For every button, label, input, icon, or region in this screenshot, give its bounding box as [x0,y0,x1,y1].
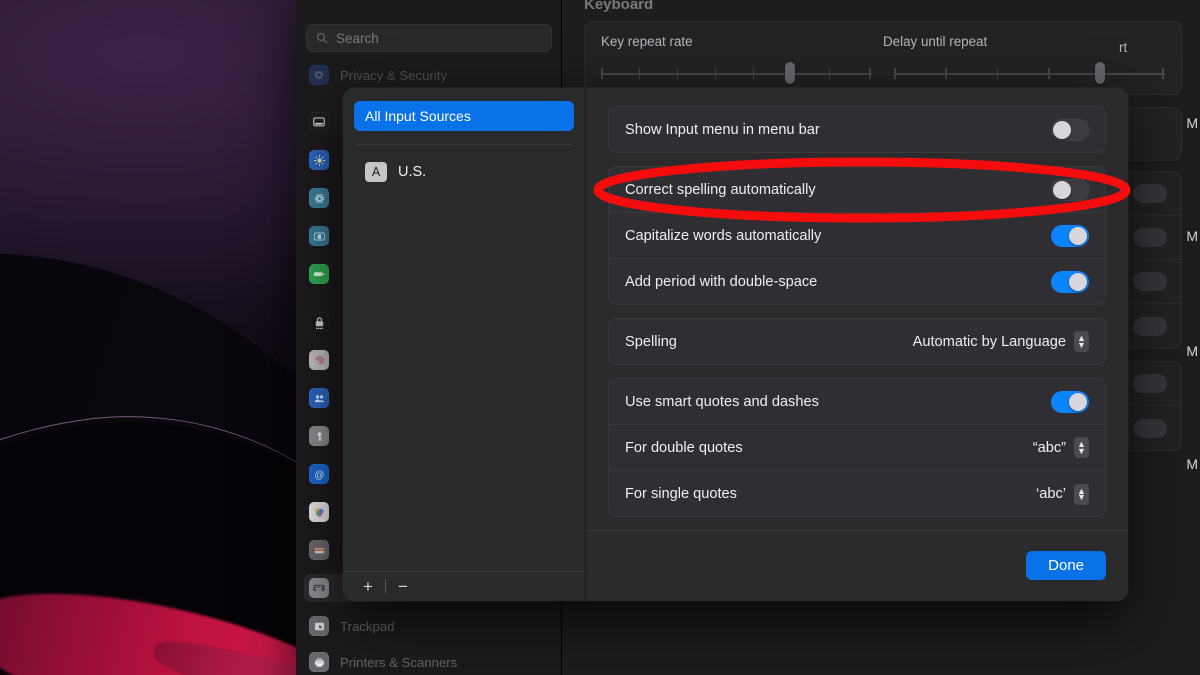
settings-card-smart-quotes: Use smart quotes and dashes For double q… [608,378,1106,516]
wallet-apple-pay-icon [309,540,329,560]
input-sources-settings-panel: Show Input menu in menu bar Correct spel… [586,88,1128,601]
users-groups-icon [309,388,329,408]
game-center-icon [309,502,329,522]
sidebar-item-printers-scanners[interactable]: Printers & Scanners [304,648,554,675]
wallpaper-icon [309,188,329,208]
lock-screen-icon [309,312,329,332]
row-label: For single quotes [625,486,737,502]
passwords-icon [309,426,329,446]
list-item-label: U.S. [398,164,426,180]
slider-knob[interactable] [1095,62,1105,84]
correct-spelling-toggle[interactable] [1051,179,1089,201]
cut-off-label-m-4: M [1186,456,1198,472]
row-double-quotes[interactable]: For double quotes “abc” ▲▼ [609,425,1105,471]
settings-card-spelling: Spelling Automatic by Language ▲▼ [608,318,1106,365]
single-quotes-value: ‘abc’ [1036,486,1066,502]
slider-knob[interactable] [785,62,795,84]
row-smart-quotes[interactable]: Use smart quotes and dashes [609,379,1105,425]
row-add-period[interactable]: Add period with double-space [609,259,1105,304]
spelling-popup-button[interactable]: Automatic by Language ▲▼ [913,331,1089,352]
page-title: Keyboard [584,0,1182,13]
trackpad-icon [309,616,329,636]
toolbar-separator [385,579,386,594]
touch-id-icon [309,350,329,370]
add-input-source-button[interactable]: + [355,574,381,600]
input-sources-list-panel[interactable]: All Input Sources A U.S. + − [343,88,586,601]
single-quotes-popup-button[interactable]: ‘abc’ ▲▼ [1036,484,1089,505]
sidebar-item-label: Printers & Scanners [340,655,457,670]
privacy-security-icon [309,65,329,85]
sidebar-item-privacy-security[interactable]: Privacy & Security [304,61,554,89]
row-label: Use smart quotes and dashes [625,394,819,410]
sidebar-item-label: Trackpad [340,619,394,634]
printers-scanners-icon [309,652,329,672]
ghost-toggle[interactable] [1133,374,1167,393]
settings-card-menu-bar: Show Input menu in menu bar [608,106,1106,153]
show-input-menu-toggle[interactable] [1051,119,1089,141]
row-label: Correct spelling automatically [625,182,816,198]
row-spelling[interactable]: Spelling Automatic by Language ▲▼ [609,319,1105,365]
sheet-footer: Done [586,530,1128,601]
ghost-toggle[interactable] [1133,272,1167,291]
desktop-dock-icon [309,112,329,132]
row-label: Spelling [625,334,677,350]
cut-off-label-m-1: M [1186,115,1198,131]
done-button[interactable]: Done [1026,551,1106,580]
cut-off-slider-label: rt [1119,40,1127,55]
double-quotes-value: “abc” [1033,440,1066,456]
row-single-quotes[interactable]: For single quotes ‘abc’ ▲▼ [609,471,1105,516]
search-input[interactable]: Search [306,24,552,52]
ghost-toggle[interactable] [1133,228,1167,247]
row-show-input-menu[interactable]: Show Input menu in menu bar [609,107,1105,153]
chevron-updown-icon: ▲▼ [1074,437,1089,458]
keyboard-layout-badge: A [365,162,387,182]
internet-accounts-icon: @ [309,464,329,484]
row-capitalize-words[interactable]: Capitalize words automatically [609,213,1105,259]
key-repeat-card: Key repeat rate Delay until repeat [584,21,1182,95]
chevron-updown-icon: ▲▼ [1074,484,1089,505]
smart-quotes-toggle[interactable] [1051,391,1089,413]
ghost-toggle[interactable] [1133,184,1167,203]
search-placeholder: Search [336,31,379,46]
row-label: For double quotes [625,440,743,456]
sidebar-item-label: Privacy & Security [340,68,447,83]
row-correct-spelling[interactable]: Correct spelling automatically [609,167,1105,213]
row-label: Add period with double-space [625,274,817,290]
settings-card-text-correction: Correct spelling automatically Capitaliz… [608,166,1106,304]
all-input-sources-label: All Input Sources [365,108,471,124]
double-quotes-popup-button[interactable]: “abc” ▲▼ [1033,437,1089,458]
list-toolbar[interactable]: + − [343,571,585,601]
list-divider [356,144,572,145]
screen-saver-icon [309,226,329,246]
input-sources-sheet[interactable]: All Input Sources A U.S. + − Show Input … [343,88,1128,601]
delay-until-repeat-slider[interactable] [894,66,1165,82]
displays-icon [309,150,329,170]
list-item-us[interactable]: A U.S. [354,157,574,187]
all-input-sources-item[interactable]: All Input Sources [354,101,574,131]
cut-off-label-m-3: M [1186,343,1198,359]
capitalize-words-toggle[interactable] [1051,225,1089,247]
sidebar-item-trackpad[interactable]: Trackpad [304,612,554,640]
search-icon [316,32,328,44]
cut-off-label-m-2: M [1186,228,1198,244]
row-label: Capitalize words automatically [625,228,821,244]
battery-icon [309,264,329,284]
ghost-toggle[interactable] [1133,419,1167,438]
remove-input-source-button[interactable]: − [390,574,416,600]
ghost-toggle[interactable] [1133,317,1167,336]
svg-text:@: @ [314,469,324,480]
key-repeat-rate-label: Key repeat rate [601,34,883,49]
key-repeat-rate-slider[interactable] [601,66,872,82]
spelling-value: Automatic by Language [913,334,1066,350]
keyboard-icon [309,578,329,598]
row-label: Show Input menu in menu bar [625,122,820,138]
chevron-updown-icon: ▲▼ [1074,331,1089,352]
add-period-toggle[interactable] [1051,271,1089,293]
